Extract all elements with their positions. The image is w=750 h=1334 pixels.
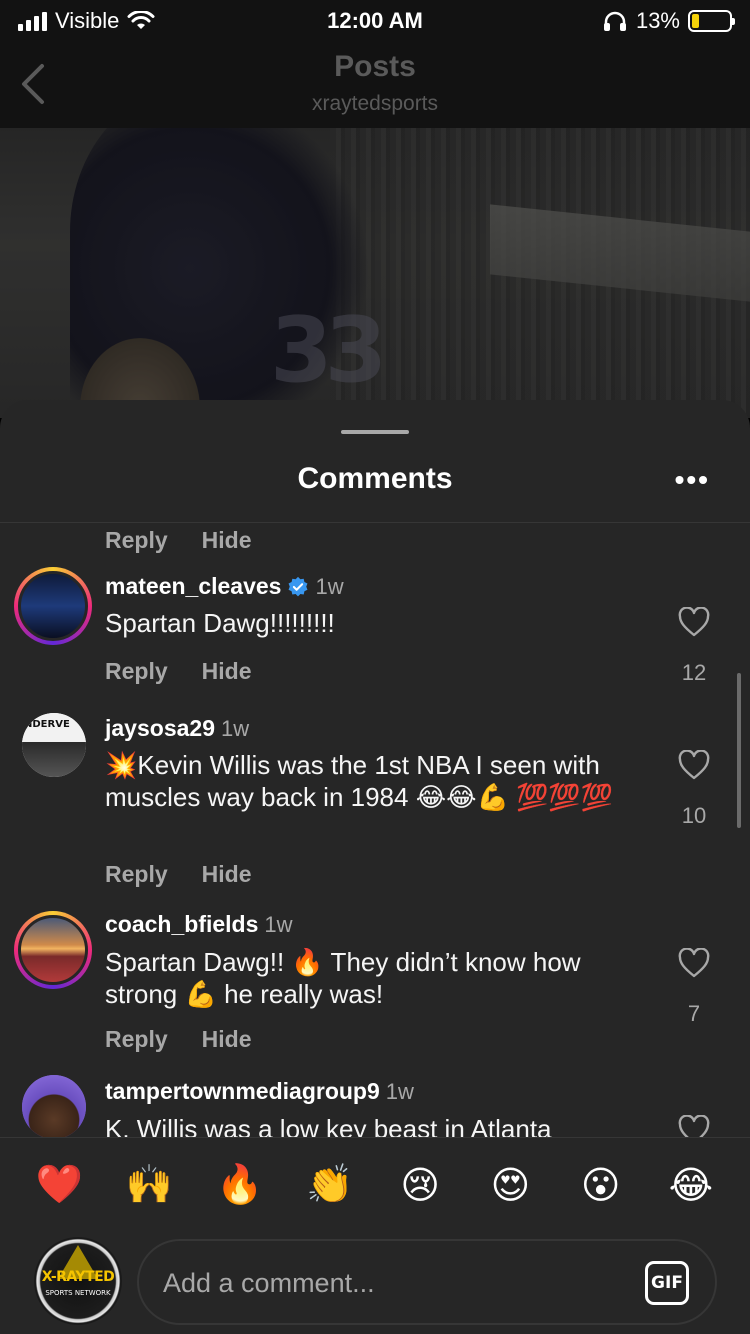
heart-icon[interactable]	[678, 1115, 710, 1137]
like-count: 7	[687, 1001, 701, 1026]
comment-username[interactable]: tampertownmediagroup9	[105, 1078, 380, 1105]
comment-time: 1w	[220, 715, 250, 741]
avatar[interactable]	[14, 567, 92, 645]
avatar[interactable]	[22, 1075, 86, 1137]
comment-input-wrapper: GIF	[137, 1239, 717, 1325]
page-title: Posts	[334, 50, 416, 83]
reaction-crying[interactable]: 😢	[390, 1163, 450, 1207]
page-subtitle: xraytedsports	[311, 92, 439, 115]
post-media: 33	[0, 128, 750, 418]
reply-button[interactable]: Reply	[105, 861, 168, 888]
hide-button[interactable]: Hide	[202, 527, 252, 554]
like-count: 12	[681, 660, 707, 685]
comment-composer: X-RAYTED SPORTS NETWORK GIF	[0, 1233, 750, 1334]
comment-input[interactable]	[163, 1263, 603, 1303]
comment-text: Spartan Dawg!! 🔥 They didn’t know how st…	[105, 947, 581, 1009]
reaction-surprised[interactable]: 😮	[571, 1163, 631, 1207]
hide-button[interactable]: Hide	[202, 861, 252, 888]
like-count: 10	[681, 803, 707, 828]
hide-button[interactable]: Hide	[202, 1026, 252, 1053]
comment-text: Spartan Dawg!!!!!!!!!	[105, 608, 335, 638]
list-item: mateen_cleaves 1w Spartan Dawg!!!!!!!!! …	[0, 567, 750, 687]
comment-actions: Reply Hide	[105, 861, 251, 888]
comment-username[interactable]: jaysosa29	[105, 715, 215, 742]
list-item: coach_bfields 1w Spartan Dawg!! 🔥 They d…	[0, 907, 750, 1057]
heart-icon[interactable]	[678, 948, 710, 978]
reply-button[interactable]: Reply	[105, 527, 168, 554]
comment-username[interactable]: coach_bfields	[105, 911, 258, 938]
avatar[interactable]	[14, 911, 92, 989]
nav-header: Posts xraytedsports	[0, 42, 750, 128]
reaction-clap[interactable]: 👏	[300, 1162, 360, 1207]
list-item: tampertownmediagroup9 1w K. Willis was a…	[0, 1075, 750, 1137]
more-options-icon[interactable]: •••	[675, 464, 710, 496]
gif-button[interactable]: GIF	[645, 1261, 689, 1305]
list-item: NDERVE jaysosa29 1w 💥Kevin Willis was th…	[0, 709, 750, 889]
avatar: X-RAYTED SPORTS NETWORK	[34, 1237, 122, 1325]
reaction-heart[interactable]: ❤️	[29, 1162, 89, 1207]
comment-text: 💥Kevin Willis was the 1st NBA I seen wit…	[105, 750, 614, 812]
drag-handle[interactable]	[341, 430, 409, 434]
comments-sheet: Comments ••• Reply Hide mateen_cleaves 1…	[0, 400, 750, 1334]
comment-actions: Reply Hide	[105, 1026, 251, 1053]
comment-actions: Reply Hide	[105, 527, 251, 554]
scrollbar[interactable]	[737, 673, 741, 828]
reaction-laughing[interactable]: 😂	[661, 1163, 721, 1207]
comment-username[interactable]: mateen_cleaves	[105, 573, 281, 600]
emoji-reactions: ❤️ 🙌 🔥 👏 😢 😍 😮 😂	[0, 1137, 750, 1231]
comment-actions: Reply Hide	[105, 658, 251, 685]
sheet-title: Comments	[297, 462, 453, 495]
comment-time: 1w	[264, 911, 293, 937]
heart-icon[interactable]	[678, 750, 710, 780]
reaction-heart-eyes[interactable]: 😍	[480, 1163, 540, 1207]
battery-percent: 13%	[635, 8, 680, 33]
comment-list[interactable]: Reply Hide mateen_cleaves 1w Spartan Daw…	[0, 523, 750, 1137]
comment-time: 1w	[315, 573, 344, 599]
reaction-fire[interactable]: 🔥	[210, 1162, 270, 1207]
headphones-icon	[603, 11, 626, 31]
reaction-raised-hands[interactable]: 🙌	[119, 1162, 179, 1207]
hide-button[interactable]: Hide	[202, 658, 252, 685]
heart-icon[interactable]	[678, 607, 710, 637]
reply-button[interactable]: Reply	[105, 658, 168, 685]
comment-text: K. Willis was a low key beast in Atlanta	[105, 1114, 552, 1137]
verified-badge-icon	[289, 576, 308, 596]
avatar[interactable]: NDERVE	[22, 713, 86, 777]
comment-time: 1w	[385, 1078, 414, 1104]
reply-button[interactable]: Reply	[105, 1026, 168, 1053]
battery-icon	[688, 10, 735, 32]
status-bar: Visible 12:00 AM 13%	[0, 0, 750, 42]
